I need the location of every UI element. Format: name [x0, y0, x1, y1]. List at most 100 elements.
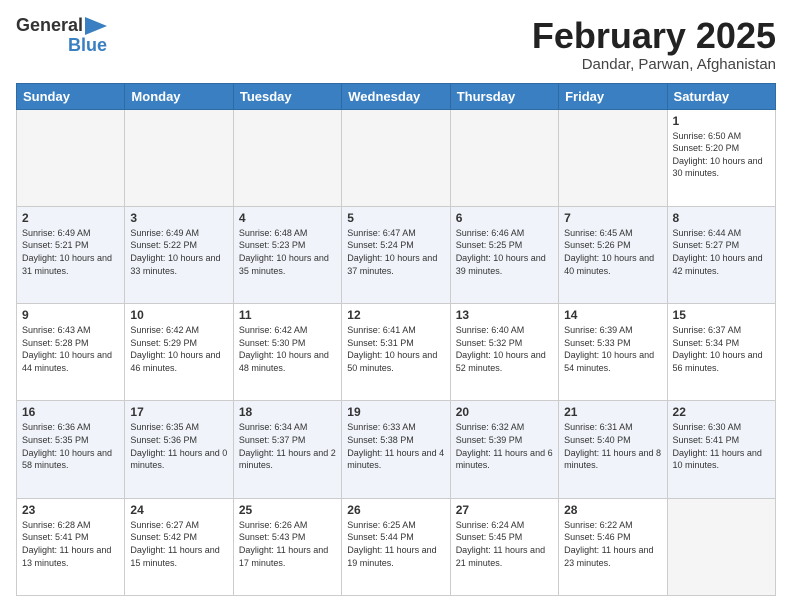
- logo-blue-text: Blue: [68, 36, 107, 56]
- day-info: Sunrise: 6:31 AM Sunset: 5:40 PM Dayligh…: [564, 421, 661, 471]
- table-row: 11 Sunrise: 6:42 AM Sunset: 5:30 PM Dayli…: [233, 304, 341, 401]
- day-info: Sunrise: 6:41 AM Sunset: 5:31 PM Dayligh…: [347, 324, 444, 374]
- day-number: 22: [673, 405, 770, 419]
- table-row: [125, 109, 233, 206]
- day-info: Sunrise: 6:37 AM Sunset: 5:34 PM Dayligh…: [673, 324, 770, 374]
- day-number: 26: [347, 503, 444, 517]
- day-number: 19: [347, 405, 444, 419]
- day-info: Sunrise: 6:43 AM Sunset: 5:28 PM Dayligh…: [22, 324, 119, 374]
- day-info: Sunrise: 6:42 AM Sunset: 5:30 PM Dayligh…: [239, 324, 336, 374]
- table-row: 17 Sunrise: 6:35 AM Sunset: 5:36 PM Dayli…: [125, 401, 233, 498]
- table-row: [667, 498, 775, 595]
- day-number: 13: [456, 308, 553, 322]
- day-info: Sunrise: 6:28 AM Sunset: 5:41 PM Dayligh…: [22, 519, 119, 569]
- day-info: Sunrise: 6:39 AM Sunset: 5:33 PM Dayligh…: [564, 324, 661, 374]
- col-sunday: Sunday: [17, 83, 125, 109]
- day-number: 5: [347, 211, 444, 225]
- day-number: 23: [22, 503, 119, 517]
- day-info: Sunrise: 6:45 AM Sunset: 5:26 PM Dayligh…: [564, 227, 661, 277]
- table-row: 12 Sunrise: 6:41 AM Sunset: 5:31 PM Dayli…: [342, 304, 450, 401]
- day-number: 3: [130, 211, 227, 225]
- header: General Blue February 2025 Dandar, Parwa…: [16, 16, 776, 73]
- day-info: Sunrise: 6:48 AM Sunset: 5:23 PM Dayligh…: [239, 227, 336, 277]
- day-info: Sunrise: 6:33 AM Sunset: 5:38 PM Dayligh…: [347, 421, 444, 471]
- day-info: Sunrise: 6:34 AM Sunset: 5:37 PM Dayligh…: [239, 421, 336, 471]
- calendar-week-row: 16 Sunrise: 6:36 AM Sunset: 5:35 PM Dayli…: [17, 401, 776, 498]
- day-number: 8: [673, 211, 770, 225]
- logo-arrow-icon: [85, 17, 107, 35]
- day-info: Sunrise: 6:25 AM Sunset: 5:44 PM Dayligh…: [347, 519, 444, 569]
- location-title: Dandar, Parwan, Afghanistan: [532, 56, 776, 73]
- day-info: Sunrise: 6:30 AM Sunset: 5:41 PM Dayligh…: [673, 421, 770, 471]
- day-number: 2: [22, 211, 119, 225]
- col-saturday: Saturday: [667, 83, 775, 109]
- day-number: 24: [130, 503, 227, 517]
- table-row: 25 Sunrise: 6:26 AM Sunset: 5:43 PM Dayli…: [233, 498, 341, 595]
- month-title: February 2025: [532, 16, 776, 56]
- day-info: Sunrise: 6:49 AM Sunset: 5:21 PM Dayligh…: [22, 227, 119, 277]
- table-row: 15Sunrise: 6:37 AM Sunset: 5:34 PM Dayli…: [667, 304, 775, 401]
- calendar-header-row: Sunday Monday Tuesday Wednesday Thursday…: [17, 83, 776, 109]
- day-info: Sunrise: 6:40 AM Sunset: 5:32 PM Dayligh…: [456, 324, 553, 374]
- day-number: 10: [130, 308, 227, 322]
- day-info: Sunrise: 6:36 AM Sunset: 5:35 PM Dayligh…: [22, 421, 119, 471]
- day-info: Sunrise: 6:44 AM Sunset: 5:27 PM Dayligh…: [673, 227, 770, 277]
- table-row: 22 Sunrise: 6:30 AM Sunset: 5:41 PM Dayli…: [667, 401, 775, 498]
- col-tuesday: Tuesday: [233, 83, 341, 109]
- day-number: 20: [456, 405, 553, 419]
- day-number: 21: [564, 405, 661, 419]
- col-monday: Monday: [125, 83, 233, 109]
- day-number: 6: [456, 211, 553, 225]
- table-row: 5Sunrise: 6:47 AM Sunset: 5:24 PM Daylig…: [342, 206, 450, 303]
- table-row: 2 Sunrise: 6:49 AM Sunset: 5:21 PM Daylig…: [17, 206, 125, 303]
- day-number: 9: [22, 308, 119, 322]
- day-number: 16: [22, 405, 119, 419]
- page: General Blue February 2025 Dandar, Parwa…: [0, 0, 792, 612]
- table-row: 3 Sunrise: 6:49 AM Sunset: 5:22 PM Daylig…: [125, 206, 233, 303]
- col-friday: Friday: [559, 83, 667, 109]
- table-row: 1 Sunrise: 6:50 AM Sunset: 5:20 PM Daylig…: [667, 109, 775, 206]
- day-number: 25: [239, 503, 336, 517]
- col-wednesday: Wednesday: [342, 83, 450, 109]
- table-row: [559, 109, 667, 206]
- day-info: Sunrise: 6:24 AM Sunset: 5:45 PM Dayligh…: [456, 519, 553, 569]
- table-row: [17, 109, 125, 206]
- day-info: Sunrise: 6:26 AM Sunset: 5:43 PM Dayligh…: [239, 519, 336, 569]
- day-info: Sunrise: 6:27 AM Sunset: 5:42 PM Dayligh…: [130, 519, 227, 569]
- day-info: Sunrise: 6:50 AM Sunset: 5:20 PM Dayligh…: [673, 130, 770, 180]
- day-info: Sunrise: 6:42 AM Sunset: 5:29 PM Dayligh…: [130, 324, 227, 374]
- table-row: [450, 109, 558, 206]
- calendar-table: Sunday Monday Tuesday Wednesday Thursday…: [16, 83, 776, 596]
- title-block: February 2025 Dandar, Parwan, Afghanista…: [532, 16, 776, 73]
- table-row: 14 Sunrise: 6:39 AM Sunset: 5:33 PM Dayli…: [559, 304, 667, 401]
- table-row: 13 Sunrise: 6:40 AM Sunset: 5:32 PM Dayli…: [450, 304, 558, 401]
- col-thursday: Thursday: [450, 83, 558, 109]
- day-number: 28: [564, 503, 661, 517]
- table-row: 23 Sunrise: 6:28 AM Sunset: 5:41 PM Dayli…: [17, 498, 125, 595]
- day-info: Sunrise: 6:35 AM Sunset: 5:36 PM Dayligh…: [130, 421, 227, 471]
- day-number: 17: [130, 405, 227, 419]
- table-row: 4Sunrise: 6:48 AM Sunset: 5:23 PM Daylig…: [233, 206, 341, 303]
- table-row: 28Sunrise: 6:22 AM Sunset: 5:46 PM Dayli…: [559, 498, 667, 595]
- table-row: 20 Sunrise: 6:32 AM Sunset: 5:39 PM Dayli…: [450, 401, 558, 498]
- day-number: 18: [239, 405, 336, 419]
- day-number: 12: [347, 308, 444, 322]
- day-number: 11: [239, 308, 336, 322]
- logo-general-text: General: [16, 16, 83, 36]
- day-info: Sunrise: 6:49 AM Sunset: 5:22 PM Dayligh…: [130, 227, 227, 277]
- table-row: [233, 109, 341, 206]
- table-row: 10 Sunrise: 6:42 AM Sunset: 5:29 PM Dayli…: [125, 304, 233, 401]
- day-number: 14: [564, 308, 661, 322]
- calendar-week-row: 2 Sunrise: 6:49 AM Sunset: 5:21 PM Daylig…: [17, 206, 776, 303]
- table-row: 21 Sunrise: 6:31 AM Sunset: 5:40 PM Dayli…: [559, 401, 667, 498]
- day-number: 1: [673, 114, 770, 128]
- calendar-week-row: 1 Sunrise: 6:50 AM Sunset: 5:20 PM Daylig…: [17, 109, 776, 206]
- table-row: [342, 109, 450, 206]
- table-row: 19 Sunrise: 6:33 AM Sunset: 5:38 PM Dayli…: [342, 401, 450, 498]
- table-row: 27Sunrise: 6:24 AM Sunset: 5:45 PM Dayli…: [450, 498, 558, 595]
- table-row: 18 Sunrise: 6:34 AM Sunset: 5:37 PM Dayli…: [233, 401, 341, 498]
- logo: General Blue: [16, 16, 107, 56]
- day-info: Sunrise: 6:32 AM Sunset: 5:39 PM Dayligh…: [456, 421, 553, 471]
- calendar-week-row: 23 Sunrise: 6:28 AM Sunset: 5:41 PM Dayli…: [17, 498, 776, 595]
- table-row: 9 Sunrise: 6:43 AM Sunset: 5:28 PM Daylig…: [17, 304, 125, 401]
